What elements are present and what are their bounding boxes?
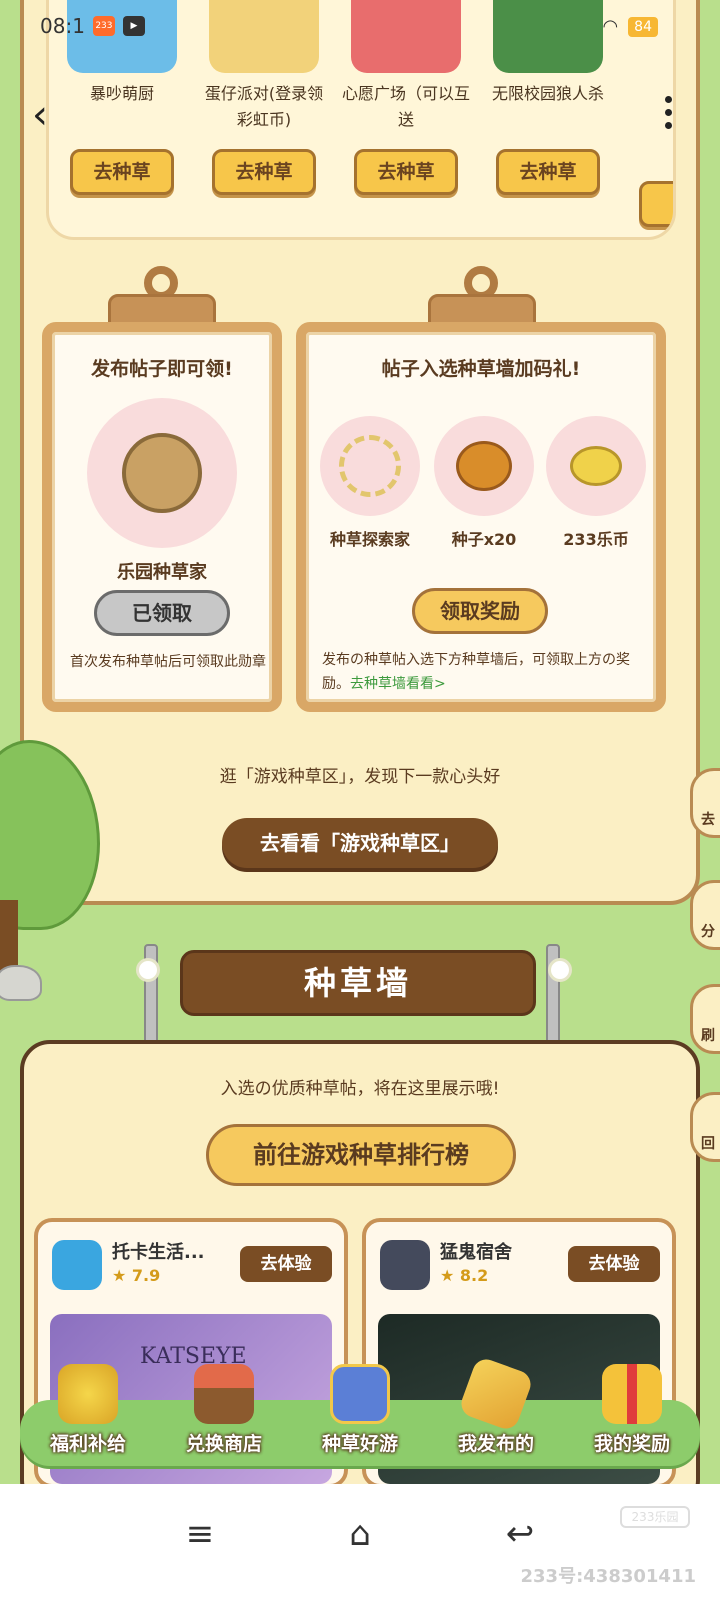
reward-name: 乐园种草家 <box>117 562 207 583</box>
game-thumbnail[interactable]: 玩过 <box>493 0 603 73</box>
more-options-icon[interactable] <box>665 96 672 129</box>
game-name: 无限校园狼人杀 <box>491 84 604 103</box>
menu-icon[interactable]: ≡ <box>176 1512 224 1556</box>
game-icon <box>380 1240 430 1290</box>
back-icon[interactable]: ↩ <box>496 1512 544 1556</box>
go-grass-button[interactable]: 去种草 <box>70 149 174 195</box>
nav-label: 种草好游 <box>321 1433 398 1455</box>
side-button[interactable]: 去 <box>690 768 720 838</box>
gift-icon <box>602 1364 662 1424</box>
side-label: 去 <box>701 812 715 828</box>
go-grass-zone-button[interactable]: 去看看「游戏种草区」 <box>222 818 498 868</box>
game-thumbnail[interactable]: 玩过 <box>209 0 319 73</box>
card-note: 首次发布种草帖后可领取此勋章 <box>70 654 266 670</box>
post-score: ★ 7.9 <box>112 1266 161 1285</box>
nav-label: 福利补给 <box>49 1433 126 1455</box>
side-label: 刷 <box>701 1028 715 1044</box>
try-button[interactable]: 去体验 <box>240 1246 332 1282</box>
back-arrow-icon[interactable]: ‹ <box>32 92 48 138</box>
discover-text: 逛「游戏种草区」，发现下一款心头好 <box>219 767 501 787</box>
go-grass-button[interactable]: 去种草 <box>212 149 316 195</box>
go-grass-button[interactable]: 去种草 <box>354 149 458 195</box>
game-name: 暴吵萌厨 <box>89 84 154 103</box>
claim-reward-button[interactable]: 领取奖励 <box>412 588 548 634</box>
wifi-icon: ◠ <box>602 16 619 37</box>
watermark-id: 233号:438301411 <box>520 1566 697 1587</box>
status-bar: 08:1 233 ▶ <box>40 14 145 38</box>
side-label: 回 <box>701 1136 715 1152</box>
status-time: 08:1 <box>40 14 85 38</box>
claimed-button[interactable]: 已领取 <box>94 590 230 636</box>
score-value: 8.2 <box>459 1266 489 1285</box>
flower-icon <box>548 958 572 982</box>
app-badge-icon: 233 <box>92 16 115 36</box>
seed-icon <box>434 416 534 516</box>
wall-link[interactable]: 去种草墙看看> <box>350 676 446 692</box>
go-grass-button-partial[interactable] <box>639 181 673 227</box>
battery-icon: 84 <box>628 16 658 37</box>
nav-label: 兑换商店 <box>185 1433 262 1455</box>
flower-icon <box>136 958 160 982</box>
post-game-title: 猛鬼宿舍 <box>440 1242 512 1263</box>
nav-shop[interactable]: 兑换商店 <box>156 1364 292 1466</box>
explorer-badge-icon <box>87 398 237 548</box>
gamepad-icon <box>330 1364 390 1424</box>
bottom-nav: 福利补给 兑换商店 种草好游 我发布的 我的奖励 <box>20 1355 700 1466</box>
game-item: 玩过 无限校园狼人杀 去种草 <box>483 0 613 195</box>
card-title: 发布帖子即可领! <box>91 358 233 380</box>
explorer-frame-icon <box>320 416 420 516</box>
publish-reward-card: 发布帖子即可领! 乐园种草家 已领取 首次发布种草帖后可领取此勋章 <box>42 322 282 712</box>
nav-welfare[interactable]: 福利补给 <box>20 1364 156 1466</box>
coins-icon <box>58 1364 118 1424</box>
side-button[interactable]: 刷 <box>690 984 720 1054</box>
game-thumbnail[interactable]: 玩过 <box>351 0 461 73</box>
post-game-title: 托卡生活... <box>112 1242 205 1263</box>
wall-sign: 种草墙 <box>180 950 536 1016</box>
nav-my-rewards[interactable]: 我的奖励 <box>564 1364 700 1466</box>
game-icon <box>52 1240 102 1290</box>
game-item: 玩过 蛋仔派对(登录领彩虹币) 去种草 <box>199 0 329 195</box>
reward-label: 种子x20 <box>451 530 517 549</box>
play-icon: ▶ <box>122 16 145 36</box>
wall-reward-card: 帖子入选种草墙加码礼! 种草探索家 种子x20 233乐币 领取奖励 发布の种草… <box>296 322 666 712</box>
side-label: 分 <box>701 924 715 940</box>
ranking-button[interactable]: 前往游戏种草排行榜 <box>206 1124 516 1186</box>
game-name: 心愿广场（可以互送 <box>341 84 470 129</box>
nav-recommend[interactable]: 种草好游 <box>292 1364 428 1466</box>
card-note: 发布の种草帖入选下方种草墙后，可领取上方の奖励。去种草墙看看> <box>322 648 644 696</box>
game-item: 玩过 心愿广场（可以互送 去种草 <box>341 0 471 195</box>
post-score: ★ 8.2 <box>440 1266 489 1285</box>
coins-icon <box>546 416 646 516</box>
try-button[interactable]: 去体验 <box>568 1246 660 1282</box>
side-button[interactable]: 回 <box>690 1092 720 1162</box>
status-right: ◠ 84 <box>602 16 658 37</box>
nav-my-posts[interactable]: 我发布的 <box>428 1355 564 1466</box>
reward-label: 233乐币 <box>563 530 629 549</box>
rock-decoration <box>0 965 42 1001</box>
home-icon[interactable]: ⌂ <box>336 1512 384 1556</box>
score-value: 7.9 <box>131 1266 161 1285</box>
card-title: 帖子入选种草墙加码礼! <box>381 358 581 380</box>
reward-label: 种草探索家 <box>329 530 410 549</box>
watermark-logo: 233乐园 <box>620 1506 690 1528</box>
shop-icon <box>194 1364 254 1424</box>
go-grass-button[interactable]: 去种草 <box>496 149 600 195</box>
nav-label: 我的奖励 <box>593 1433 670 1455</box>
side-button[interactable]: 分 <box>690 880 720 950</box>
game-name: 蛋仔派对(登录领彩虹币) <box>204 84 324 129</box>
nav-label: 我发布的 <box>457 1433 534 1455</box>
wall-intro: 入选の优质种草帖，将在这里展示哦! <box>220 1079 500 1099</box>
